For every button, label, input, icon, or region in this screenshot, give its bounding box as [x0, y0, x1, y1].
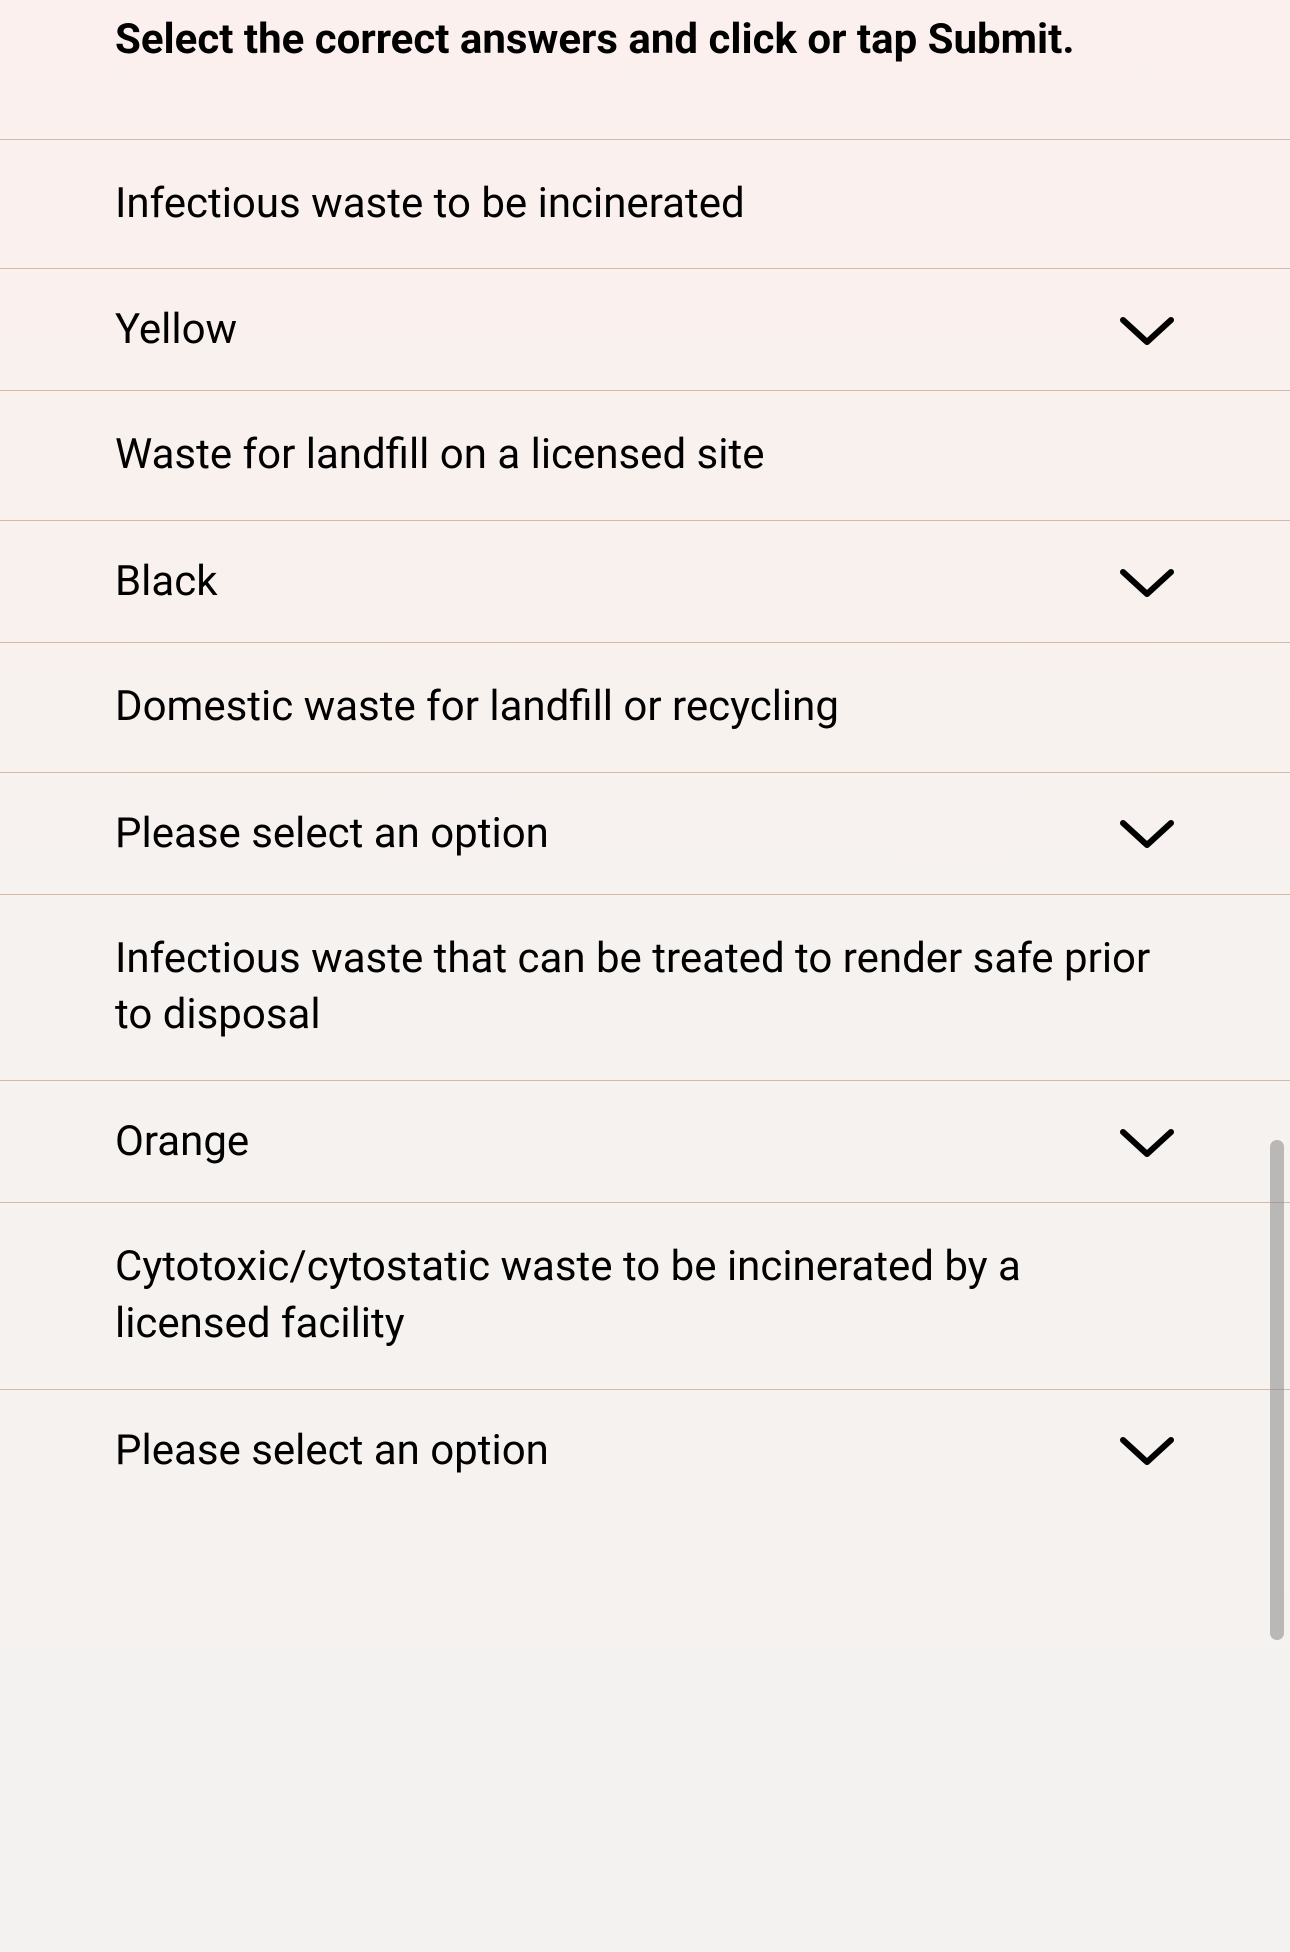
question-row: Infectious waste that can be treated to …: [0, 894, 1290, 1080]
scrollbar[interactable]: [1270, 1140, 1284, 1640]
answer-select-label: Please select an option: [115, 809, 549, 858]
answer-select-label: Orange: [115, 1117, 249, 1166]
answer-select-5[interactable]: Please select an option: [0, 1389, 1290, 1511]
instruction-text: Select the correct answers and click or …: [0, 0, 1290, 139]
chevron-down-icon: [1119, 312, 1175, 348]
chevron-down-icon: [1119, 815, 1175, 851]
question-row: Domestic waste for landfill or recycling: [0, 642, 1290, 772]
answer-select-4[interactable]: Orange: [0, 1080, 1290, 1202]
chevron-down-icon: [1119, 564, 1175, 600]
answer-select-3[interactable]: Please select an option: [0, 772, 1290, 894]
question-row: Cytotoxic/cytostatic waste to be inciner…: [0, 1202, 1290, 1388]
question-row: Waste for landfill on a licensed site: [0, 390, 1290, 520]
chevron-down-icon: [1119, 1124, 1175, 1160]
question-row: Infectious waste to be incinerated: [0, 139, 1290, 269]
answer-select-2[interactable]: Black: [0, 520, 1290, 642]
answer-select-label: Yellow: [115, 305, 237, 354]
answer-select-label: Black: [115, 557, 218, 606]
chevron-down-icon: [1119, 1432, 1175, 1468]
answer-select-1[interactable]: Yellow: [0, 268, 1290, 390]
answer-select-label: Please select an option: [115, 1426, 549, 1475]
